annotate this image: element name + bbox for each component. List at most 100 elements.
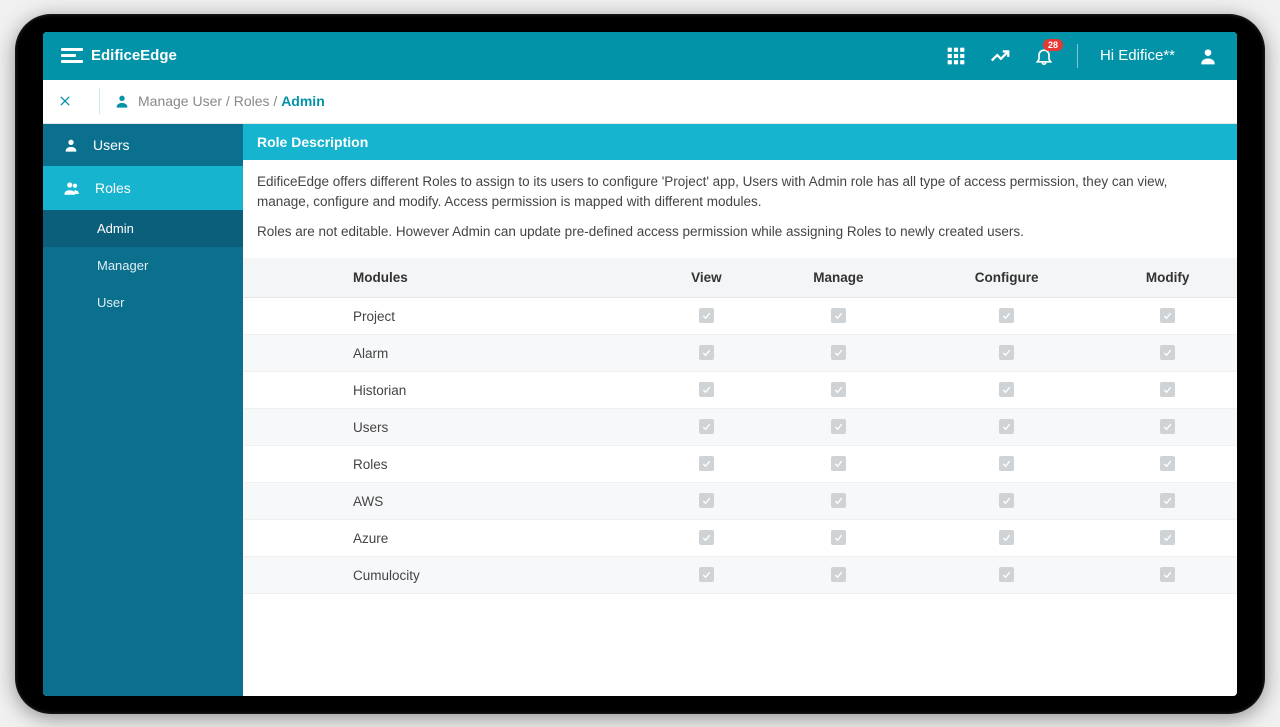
greeting-text: Hi Edifice** <box>1100 47 1175 64</box>
user-icon <box>114 93 130 109</box>
tablet-frame: EdificeEdge 28 Hi Edifice** <box>15 14 1265 714</box>
bell-icon[interactable]: 28 <box>1033 45 1055 67</box>
app-screen: EdificeEdge 28 Hi Edifice** <box>43 32 1237 696</box>
user-avatar-icon[interactable] <box>1197 45 1219 67</box>
table-row: Cumulocity <box>243 557 1237 594</box>
perm-configure <box>915 335 1098 372</box>
checkbox-checked-icon[interactable] <box>1160 493 1175 508</box>
breadcrumb-segment[interactable]: Roles <box>234 93 270 109</box>
checkbox-checked-icon[interactable] <box>831 493 846 508</box>
perm-view <box>651 520 761 557</box>
perm-manage <box>762 409 916 446</box>
checkbox-checked-icon[interactable] <box>999 382 1014 397</box>
checkbox-checked-icon[interactable] <box>1160 530 1175 545</box>
checkbox-checked-icon[interactable] <box>999 567 1014 582</box>
checkbox-checked-icon[interactable] <box>699 530 714 545</box>
checkbox-checked-icon[interactable] <box>1160 345 1175 360</box>
checkbox-checked-icon[interactable] <box>831 567 846 582</box>
checkbox-checked-icon[interactable] <box>999 493 1014 508</box>
module-name: Azure <box>243 520 651 557</box>
perm-manage <box>762 557 916 594</box>
checkbox-checked-icon[interactable] <box>999 530 1014 545</box>
checkbox-checked-icon[interactable] <box>699 419 714 434</box>
breadcrumb-bar: Manage User / Roles / Admin <box>43 80 1237 124</box>
panel-description: EdificeEdge offers different Roles to as… <box>243 160 1237 259</box>
module-name: AWS <box>243 483 651 520</box>
perm-modify <box>1098 520 1237 557</box>
table-row: Roles <box>243 446 1237 483</box>
table-row: Users <box>243 409 1237 446</box>
perm-manage <box>762 372 916 409</box>
perm-manage <box>762 335 916 372</box>
checkbox-checked-icon[interactable] <box>831 382 846 397</box>
table-row: Azure <box>243 520 1237 557</box>
perm-manage <box>762 483 916 520</box>
description-paragraph: Roles are not editable. However Admin ca… <box>257 222 1223 242</box>
content-area: Role Description EdificeEdge offers diff… <box>243 124 1237 696</box>
checkbox-checked-icon[interactable] <box>1160 308 1175 323</box>
checkbox-checked-icon[interactable] <box>831 530 846 545</box>
brand-logo-icon <box>61 45 83 67</box>
module-name: Alarm <box>243 335 651 372</box>
sidebar-subitem-manager[interactable]: Manager <box>43 247 243 284</box>
perm-configure <box>915 409 1098 446</box>
topbar: EdificeEdge 28 Hi Edifice** <box>43 32 1237 80</box>
sidebar-item-label: Users <box>93 137 130 153</box>
chart-line-icon[interactable] <box>989 45 1011 67</box>
checkbox-checked-icon[interactable] <box>699 382 714 397</box>
checkbox-checked-icon[interactable] <box>831 308 846 323</box>
table-header: Manage <box>762 258 916 298</box>
checkbox-checked-icon[interactable] <box>999 456 1014 471</box>
checkbox-checked-icon[interactable] <box>699 345 714 360</box>
checkbox-checked-icon[interactable] <box>1160 567 1175 582</box>
perm-modify <box>1098 446 1237 483</box>
brand[interactable]: EdificeEdge <box>61 45 177 67</box>
checkbox-checked-icon[interactable] <box>699 567 714 582</box>
checkbox-checked-icon[interactable] <box>1160 456 1175 471</box>
module-name: Project <box>243 298 651 335</box>
table-header: Modules <box>243 258 651 298</box>
sidebar-item-roles[interactable]: Roles <box>43 166 243 210</box>
checkbox-checked-icon[interactable] <box>999 308 1014 323</box>
topbar-actions: 28 Hi Edifice** <box>945 44 1219 68</box>
sidebar-item-users[interactable]: Users <box>43 124 243 166</box>
module-name: Historian <box>243 372 651 409</box>
table-row: AWS <box>243 483 1237 520</box>
table-row: Alarm <box>243 335 1237 372</box>
checkbox-checked-icon[interactable] <box>999 345 1014 360</box>
table-row: Historian <box>243 372 1237 409</box>
perm-view <box>651 372 761 409</box>
brand-name: EdificeEdge <box>91 47 177 64</box>
perm-view <box>651 298 761 335</box>
checkbox-checked-icon[interactable] <box>1160 382 1175 397</box>
checkbox-checked-icon[interactable] <box>699 308 714 323</box>
checkbox-checked-icon[interactable] <box>699 456 714 471</box>
user-icon <box>63 137 79 153</box>
sidebar-subitem-user[interactable]: User <box>43 284 243 321</box>
breadcrumb-segment[interactable]: Manage User <box>138 93 222 109</box>
users-icon <box>63 179 81 197</box>
table-header: View <box>651 258 761 298</box>
sidebar-subitem-admin[interactable]: Admin <box>43 210 243 247</box>
table-header: Modify <box>1098 258 1237 298</box>
checkbox-checked-icon[interactable] <box>699 493 714 508</box>
module-name: Users <box>243 409 651 446</box>
checkbox-checked-icon[interactable] <box>999 419 1014 434</box>
perm-modify <box>1098 483 1237 520</box>
module-name: Roles <box>243 446 651 483</box>
breadcrumb-current: Admin <box>281 93 325 109</box>
sidebar-item-label: Roles <box>95 180 131 196</box>
table-row: Project <box>243 298 1237 335</box>
apps-grid-icon[interactable] <box>945 45 967 67</box>
perm-configure <box>915 372 1098 409</box>
perm-view <box>651 483 761 520</box>
checkbox-checked-icon[interactable] <box>831 345 846 360</box>
perm-manage <box>762 520 916 557</box>
close-icon[interactable] <box>57 93 85 109</box>
checkbox-checked-icon[interactable] <box>831 419 846 434</box>
checkbox-checked-icon[interactable] <box>1160 419 1175 434</box>
sidebar: Users Roles AdminManagerUser <box>43 124 243 696</box>
checkbox-checked-icon[interactable] <box>831 456 846 471</box>
notification-badge: 28 <box>1043 39 1063 52</box>
breadcrumb: Manage User / Roles / Admin <box>138 93 325 109</box>
